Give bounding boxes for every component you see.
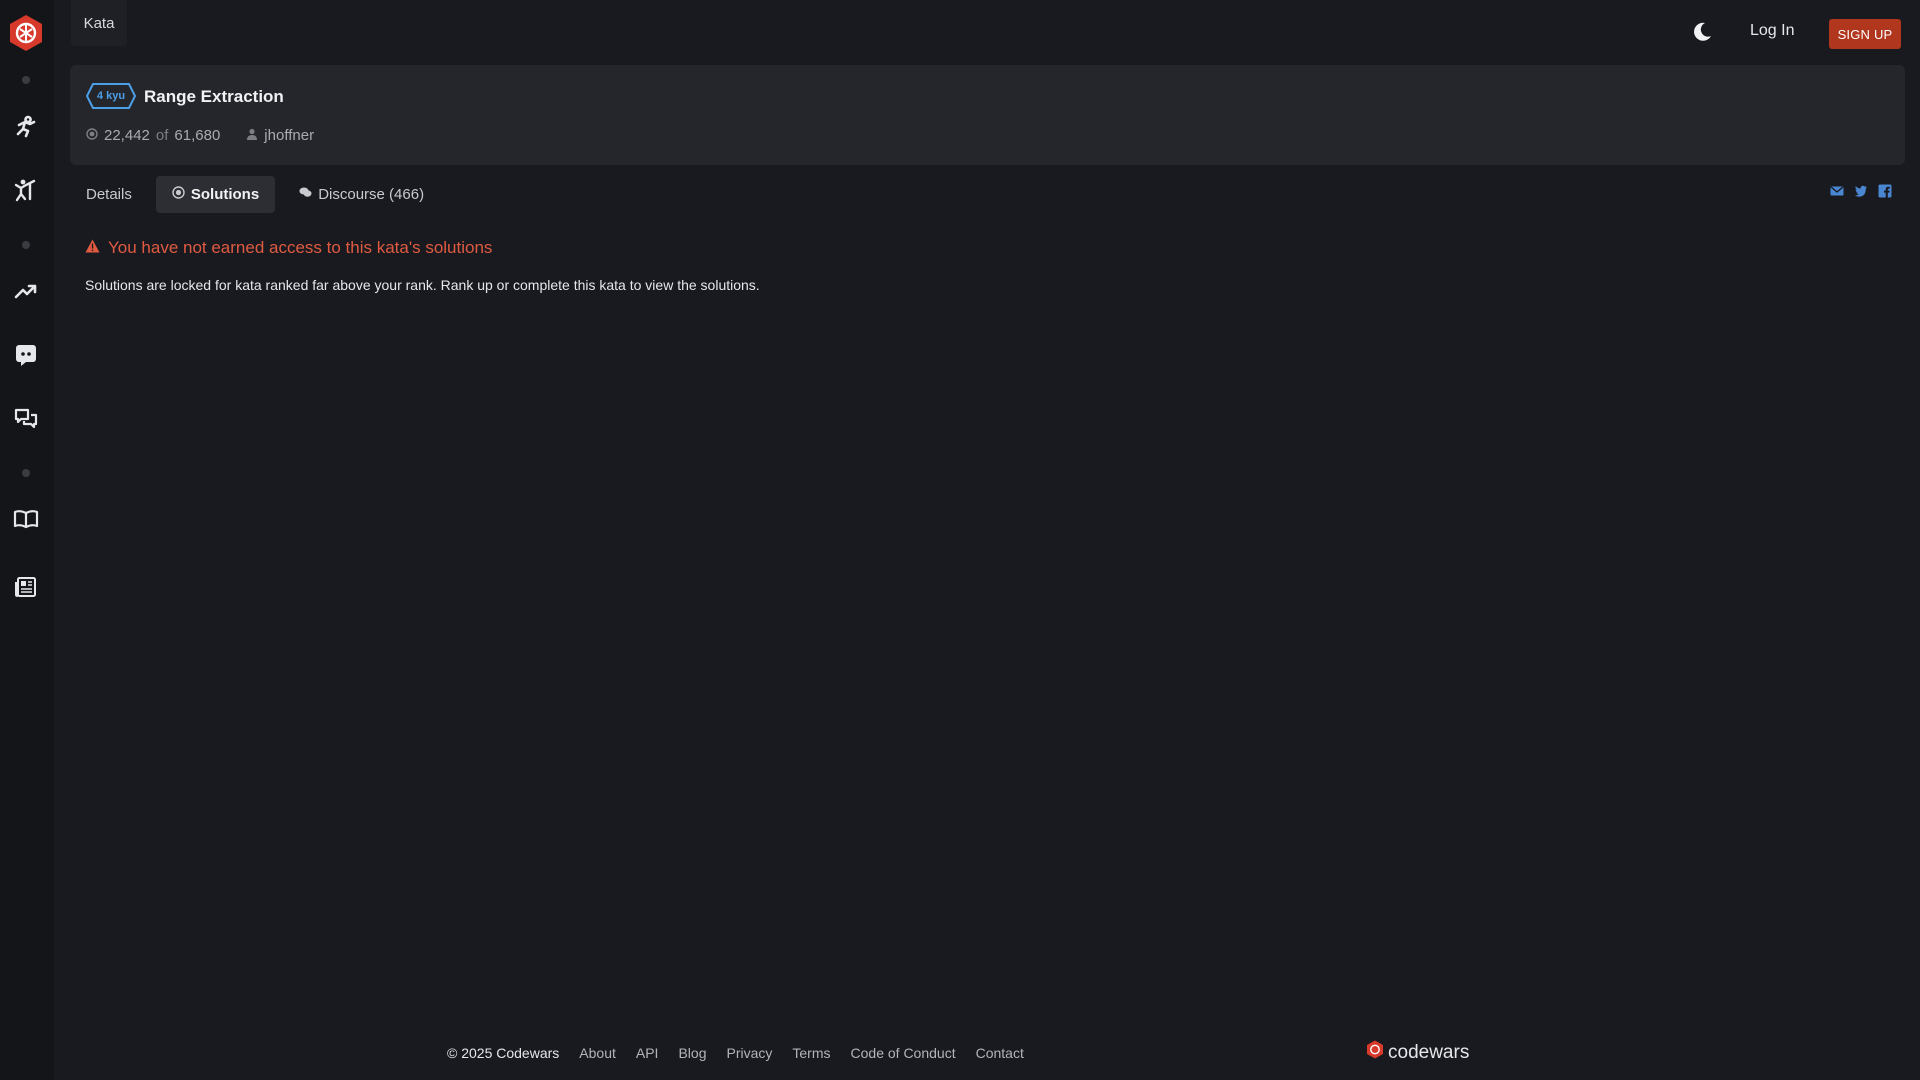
email-icon[interactable] bbox=[1830, 184, 1844, 198]
practice-icon[interactable] bbox=[13, 177, 39, 203]
footer: © 2025 Codewars About API Blog Privacy T… bbox=[447, 1045, 1024, 1061]
completion-icon bbox=[86, 127, 98, 144]
codewars-logo-icon[interactable] bbox=[8, 14, 44, 52]
share-links bbox=[1830, 184, 1892, 198]
tab-label: Discourse (466) bbox=[318, 186, 425, 203]
warning-icon bbox=[85, 238, 100, 258]
tab-details[interactable]: Details bbox=[70, 176, 148, 213]
footer-link-blog[interactable]: Blog bbox=[678, 1045, 706, 1061]
tab-solutions[interactable]: Solutions bbox=[155, 176, 276, 213]
tab-label: Solutions bbox=[190, 186, 260, 203]
footer-link-code-of-conduct[interactable]: Code of Conduct bbox=[851, 1045, 956, 1061]
warning-message: Solutions are locked for kata ranked far… bbox=[85, 277, 760, 293]
comments-icon bbox=[299, 186, 312, 203]
blog-icon[interactable] bbox=[13, 574, 39, 600]
moon-icon[interactable] bbox=[1690, 20, 1714, 44]
footer-logo[interactable]: codewars bbox=[1366, 1040, 1469, 1065]
kata-nav-tab[interactable]: Kata bbox=[71, 0, 127, 46]
completed-count: 22,442 bbox=[104, 127, 150, 144]
discussions-icon[interactable] bbox=[13, 406, 39, 432]
footer-logo-text: codewars bbox=[1388, 1041, 1470, 1063]
facebook-icon[interactable] bbox=[1878, 184, 1892, 198]
tab-label: Details bbox=[86, 186, 132, 203]
footer-link-api[interactable]: API bbox=[636, 1045, 659, 1061]
sidebar bbox=[0, 0, 54, 1080]
sidebar-divider bbox=[22, 469, 30, 477]
warning-title: You have not earned access to this kata'… bbox=[108, 238, 493, 257]
sidebar-divider bbox=[22, 76, 30, 84]
access-warning: You have not earned access to this kata'… bbox=[85, 238, 492, 258]
docs-icon[interactable] bbox=[13, 506, 39, 532]
tab-discourse[interactable]: Discourse (466) bbox=[283, 176, 440, 213]
footer-link-terms[interactable]: Terms bbox=[792, 1045, 830, 1061]
rank-badge: 4 kyu bbox=[86, 83, 136, 109]
sidebar-divider bbox=[22, 241, 30, 249]
login-link[interactable]: Log In bbox=[1750, 22, 1794, 40]
rank-label: 4 kyu bbox=[96, 90, 126, 102]
total-count: 61,680 bbox=[174, 127, 221, 144]
discord-icon[interactable] bbox=[13, 342, 39, 368]
leaderboard-icon[interactable] bbox=[13, 278, 39, 304]
footer-link-about[interactable]: About bbox=[579, 1045, 616, 1061]
twitter-icon[interactable] bbox=[1854, 184, 1868, 198]
of-label: of bbox=[155, 127, 169, 144]
codewars-logo-icon bbox=[1366, 1040, 1384, 1065]
author-icon bbox=[246, 127, 258, 144]
footer-link-contact[interactable]: Contact bbox=[976, 1045, 1024, 1061]
kata-header: 4 kyu Range Extraction 22,442 of 61,680 … bbox=[70, 65, 1905, 165]
kata-tabs: Details Solutions Discourse (466) bbox=[70, 176, 440, 213]
kata-title[interactable]: Range Extraction bbox=[144, 87, 284, 107]
training-icon[interactable] bbox=[13, 113, 39, 139]
copyright: © 2025 Codewars bbox=[447, 1045, 560, 1061]
footer-link-privacy[interactable]: Privacy bbox=[726, 1045, 772, 1061]
kata-meta: 22,442 of 61,680 jhoffner bbox=[86, 127, 314, 144]
author-link[interactable]: jhoffner bbox=[264, 127, 314, 144]
solutions-icon bbox=[172, 186, 185, 203]
signup-button[interactable]: SIGN UP bbox=[1829, 19, 1901, 49]
